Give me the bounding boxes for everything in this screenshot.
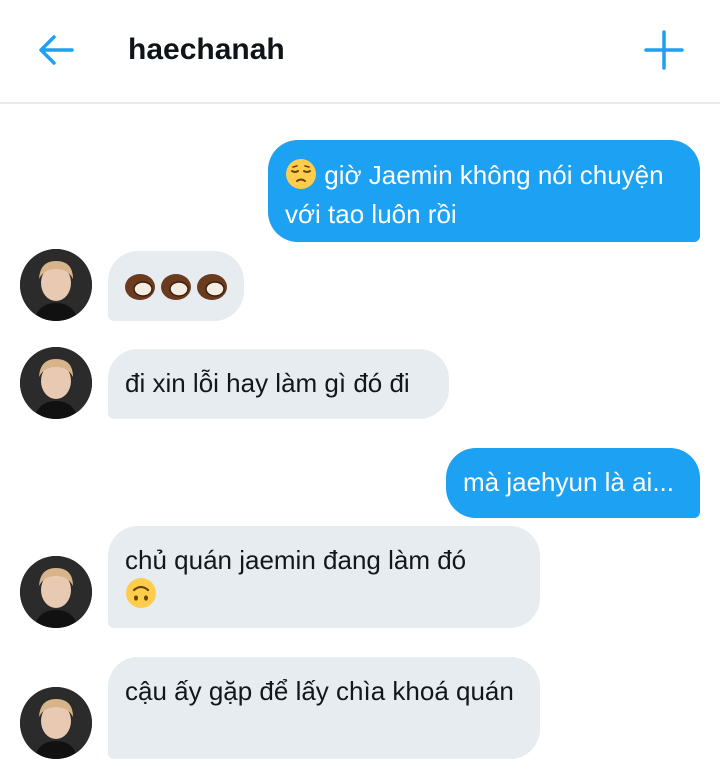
coconut-icon xyxy=(161,274,191,300)
message-received[interactable] xyxy=(108,251,244,321)
message-received[interactable]: cậu ấy gặp để lấy chìa khoá quán xyxy=(108,657,540,759)
pensive-face-icon xyxy=(285,158,317,198)
back-button[interactable] xyxy=(36,30,76,70)
message-text: đi xin lỗi hay làm gì đó đi xyxy=(125,368,410,398)
message-text: cậu ấy gặp để lấy chìa khoá quán xyxy=(125,676,514,706)
coconut-icon xyxy=(197,274,227,300)
avatar[interactable] xyxy=(20,347,92,419)
message-sent[interactable]: mà jaehyun là ai... xyxy=(446,448,700,518)
message-text: giờ Jaemin không nói chuyện với tao luôn… xyxy=(285,160,664,229)
add-button[interactable] xyxy=(642,28,686,72)
message-sent[interactable]: giờ Jaemin không nói chuyện với tao luôn… xyxy=(268,140,700,242)
message-received[interactable]: đi xin lỗi hay làm gì đó đi xyxy=(108,349,449,419)
message-received[interactable]: chủ quán jaemin đang làm đó xyxy=(108,526,540,628)
coconut-icon xyxy=(125,274,155,300)
back-arrow-icon xyxy=(39,35,74,65)
avatar[interactable] xyxy=(20,687,92,759)
avatar[interactable] xyxy=(20,556,92,628)
conversation-title: haechanah xyxy=(128,33,285,66)
avatar[interactable] xyxy=(20,249,92,321)
plus-icon xyxy=(644,30,684,70)
coconut-emojis xyxy=(124,271,228,301)
message-text: mà jaehyun là ai... xyxy=(463,467,675,497)
conversation-header: haechanah xyxy=(0,0,720,104)
message-text: chủ quán jaemin đang làm đó xyxy=(125,545,467,575)
upside-down-face-icon xyxy=(125,577,157,617)
